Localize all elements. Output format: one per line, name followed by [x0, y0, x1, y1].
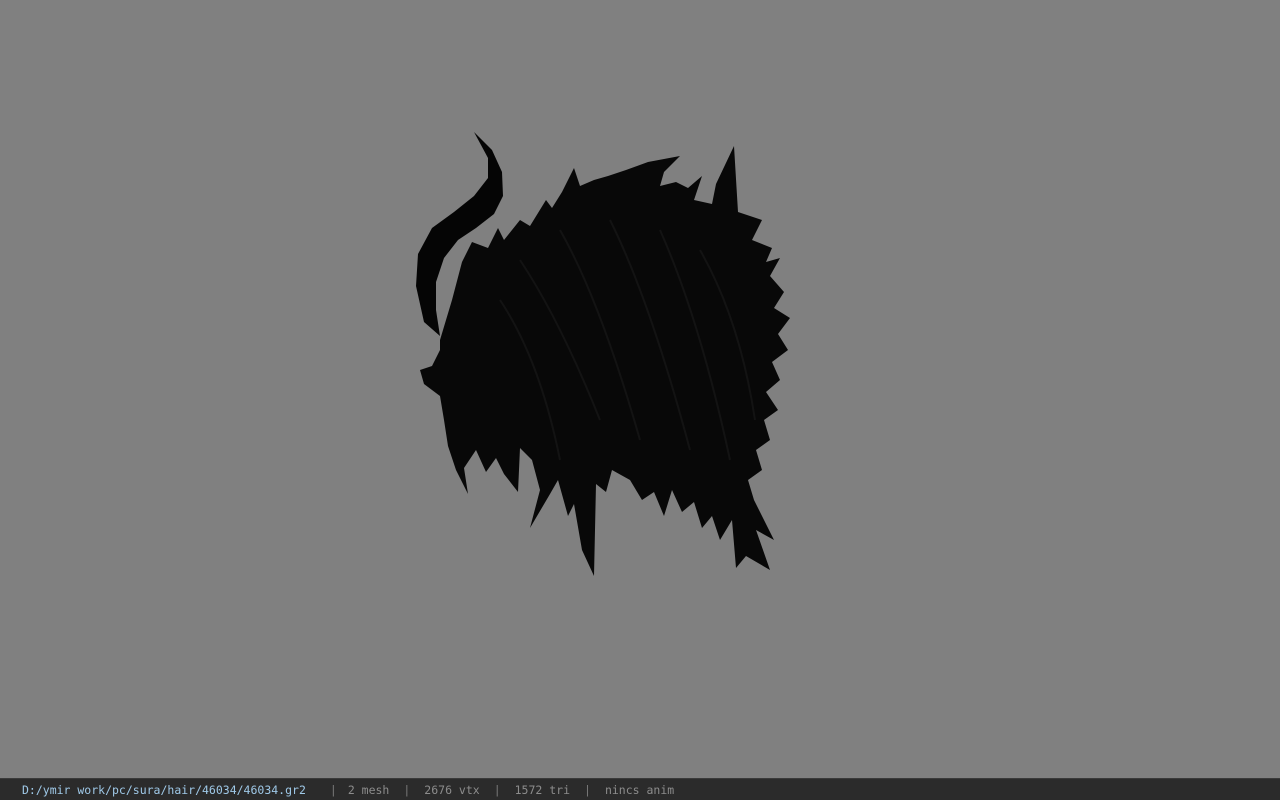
status-separator: |: [493, 782, 501, 797]
status-separator: |: [403, 782, 411, 797]
triangle-count-label: 1572 tri: [514, 782, 571, 797]
file-path-label: D:/ymir work/pc/sura/hair/46034/46034.gr…: [22, 782, 306, 797]
status-separator: |: [329, 782, 337, 797]
animation-status-label: nincs anim: [604, 782, 675, 797]
mesh-count-label: 2 mesh: [347, 782, 390, 797]
vertex-count-label: 2676 vtx: [424, 782, 480, 797]
hair-model-icon: [416, 132, 790, 576]
status-separator: |: [584, 782, 591, 797]
3d-viewport[interactable]: [0, 0, 1280, 778]
status-bar: D:/ymir work/pc/sura/hair/46034/46034.gr…: [0, 778, 1280, 800]
